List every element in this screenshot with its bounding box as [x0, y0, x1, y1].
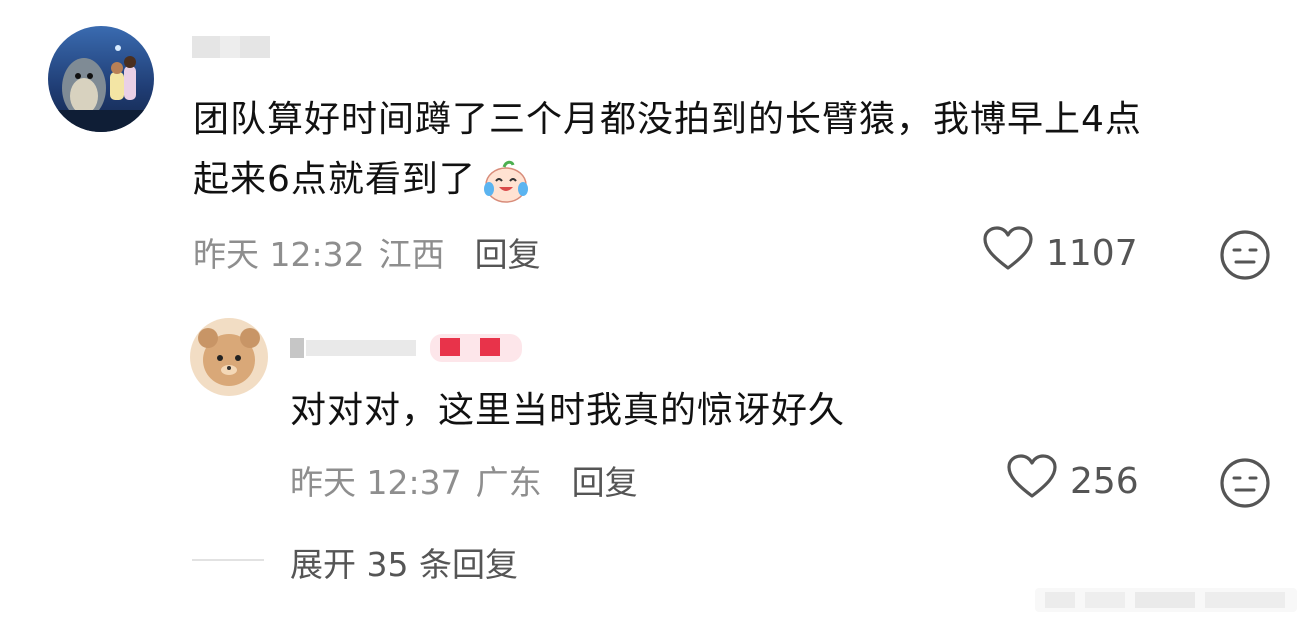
comment-location: 江西 — [378, 235, 445, 274]
like-button[interactable]: 1107 — [982, 225, 1138, 281]
reply-location: 广东 — [475, 463, 542, 502]
watermark — [1035, 580, 1297, 620]
expand-divider — [192, 559, 264, 561]
comment-text: 团队算好时间蹲了三个月都没拍到的长臂猿，我博早上4点 起来6点就看到了 — [193, 90, 1283, 222]
expand-replies-button[interactable]: 展开 35 条回复 — [290, 538, 518, 586]
reply-dislike-button[interactable] — [1218, 456, 1272, 514]
neutral-face-icon — [1218, 230, 1272, 286]
heart-outline-icon — [982, 225, 1034, 281]
neutral-face-icon — [1218, 458, 1272, 514]
reply-reply-button[interactable]: 回复 — [572, 456, 638, 504]
laughing-tears-emoji-icon — [480, 159, 532, 222]
reply-meta: 昨天 12:37 广东 回复 — [290, 458, 638, 502]
like-count: 1107 — [1046, 232, 1138, 274]
comment-text-line2: 起来6点就看到了 — [193, 159, 476, 200]
comment-meta: 昨天 12:32 江西 回复 — [193, 230, 541, 274]
comment-text-line1: 团队算好时间蹲了三个月都没拍到的长臂猿，我博早上4点 — [193, 99, 1142, 140]
comment-time: 昨天 12:32 — [193, 235, 365, 274]
username-blurred[interactable] — [190, 30, 274, 62]
reply-like-button[interactable]: 256 — [1006, 453, 1139, 509]
reply-avatar[interactable] — [190, 318, 268, 396]
reply-time: 昨天 12:37 — [290, 463, 462, 502]
reply-username-blurred[interactable] — [290, 330, 526, 364]
heart-outline-icon — [1006, 453, 1058, 509]
reply-text: 对对对，这里当时我真的惊讶好久 — [290, 390, 846, 431]
dislike-button[interactable] — [1218, 228, 1272, 286]
avatar[interactable] — [48, 26, 154, 132]
reply-button[interactable]: 回复 — [475, 228, 541, 276]
reply-like-count: 256 — [1070, 460, 1139, 502]
comment-thread: 团队算好时间蹲了三个月都没拍到的长臂猿，我博早上4点 起来6点就看到了 昨天 1… — [0, 0, 1309, 627]
